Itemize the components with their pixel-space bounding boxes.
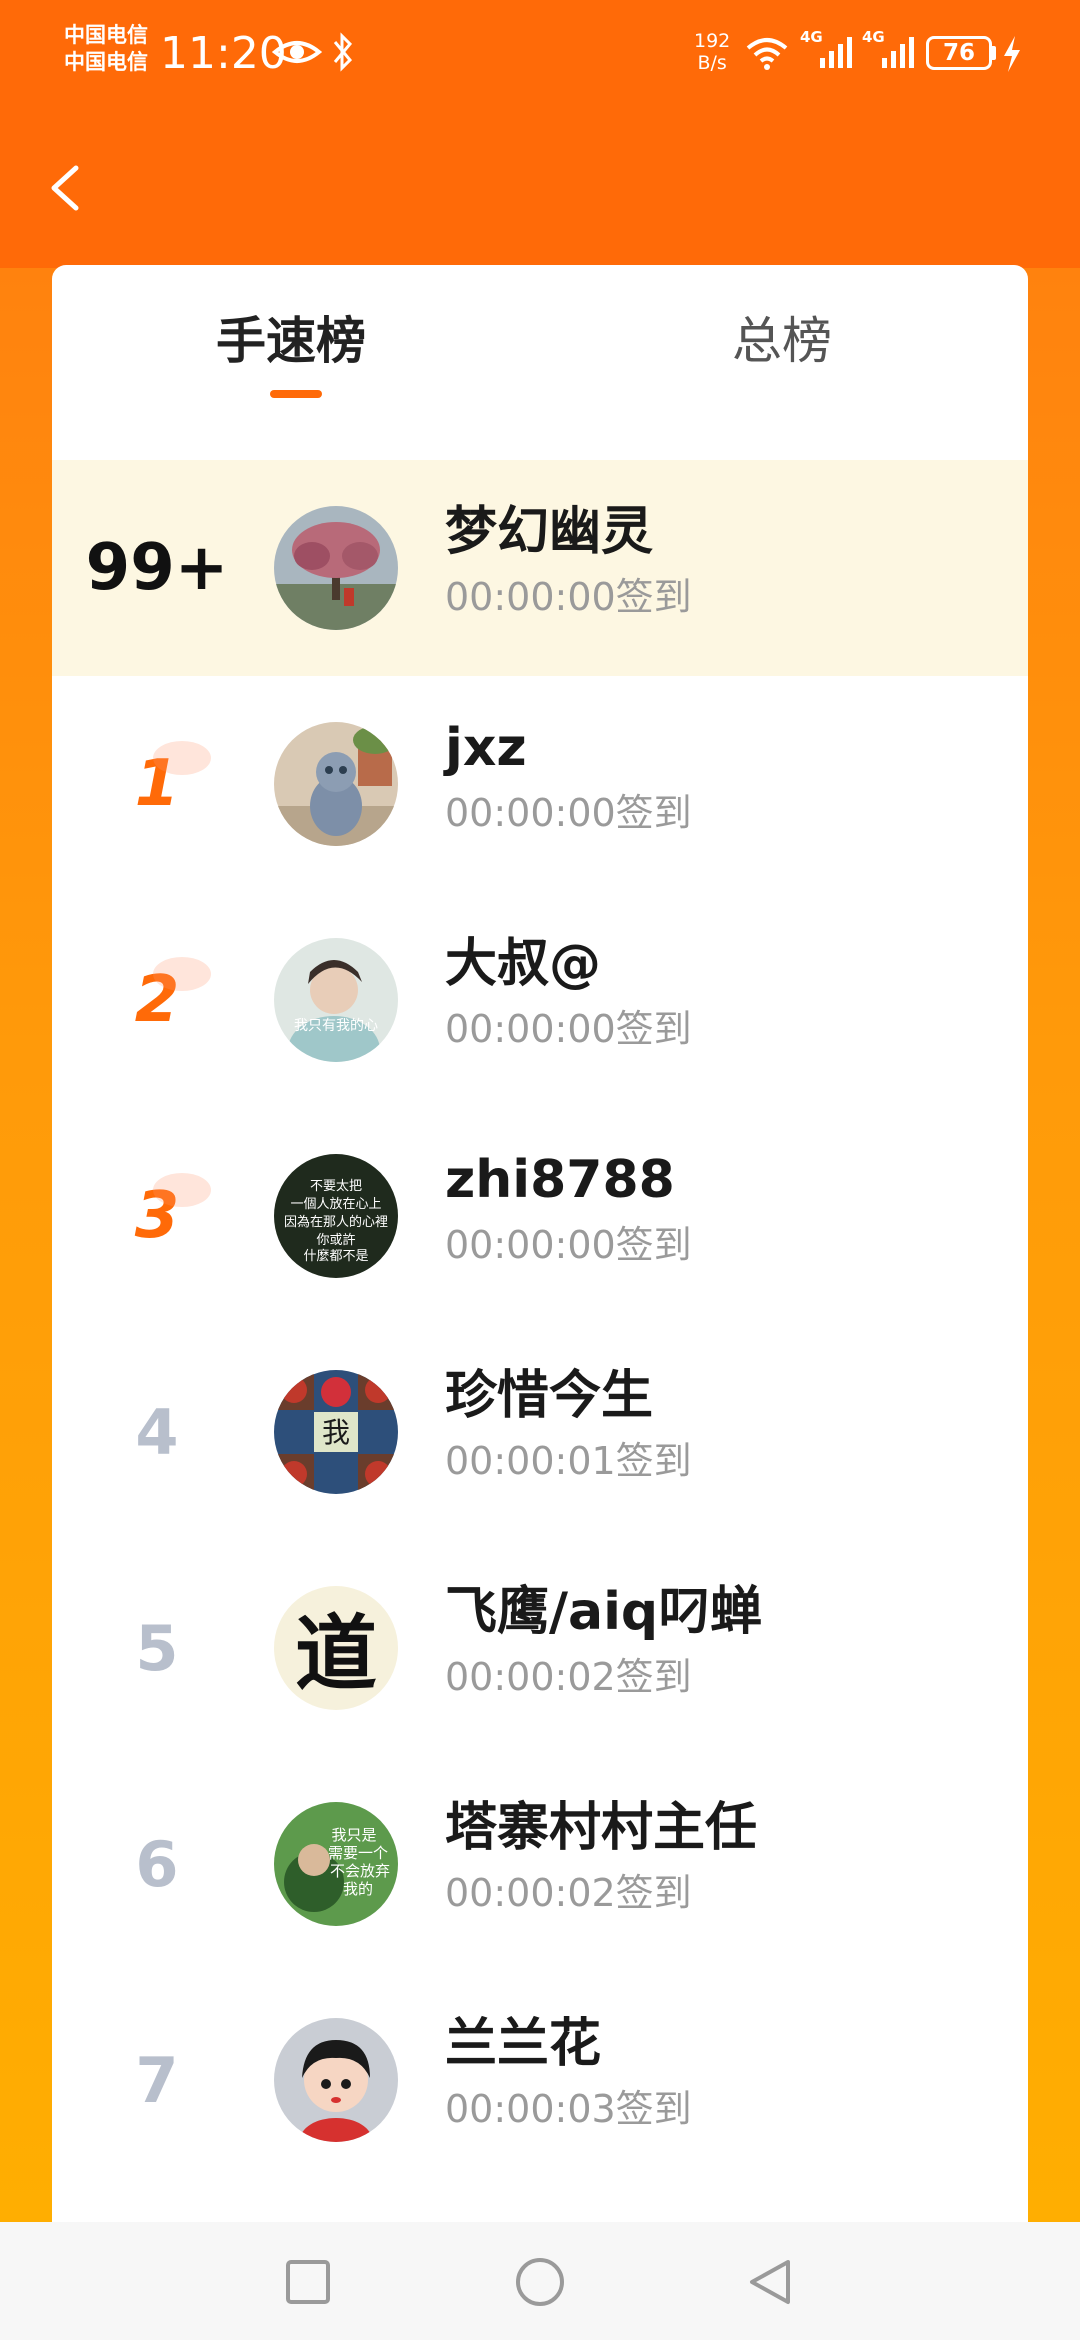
signal-icon bbox=[820, 37, 852, 68]
avatar[interactable]: 道 bbox=[274, 1586, 398, 1710]
checkin-time: 00:00:01签到 bbox=[445, 1439, 692, 1483]
avatar[interactable]: 我只有我的心 bbox=[274, 938, 398, 1062]
checkin-time: 00:00:03签到 bbox=[445, 2087, 692, 2131]
signal-1: 4G bbox=[800, 28, 858, 72]
rank-cell: 3 bbox=[52, 1108, 262, 1324]
signal-icon bbox=[882, 37, 914, 68]
battery-level: 76 bbox=[942, 40, 975, 66]
rank-number: 4 bbox=[135, 1395, 179, 1469]
ranking-row[interactable]: 5 道 飞鹰/aiq叼蝉 00:00:02签到 bbox=[52, 1540, 1028, 1756]
avatar-caption: 需要一个 bbox=[328, 1844, 388, 1862]
avatar-caption: 不会放弃 bbox=[330, 1862, 390, 1880]
rank-number: 6 bbox=[135, 1827, 179, 1901]
user-name: 梦幻幽灵 bbox=[445, 502, 654, 562]
carrier-2: 中国电信 bbox=[64, 50, 148, 74]
user-name: jxz bbox=[445, 718, 527, 778]
avatar[interactable] bbox=[274, 506, 398, 630]
rank-number: 2 bbox=[134, 957, 210, 1037]
rank-cell: 4 bbox=[52, 1324, 262, 1540]
net-speed-value: 192 bbox=[694, 30, 731, 52]
home-icon[interactable] bbox=[510, 2252, 570, 2312]
checkin-time: 00:00:02签到 bbox=[445, 1655, 692, 1699]
rank-cell: 99+ bbox=[52, 460, 262, 676]
clock: 11:20 bbox=[160, 28, 287, 79]
rank-number: 5 bbox=[135, 1611, 179, 1685]
user-name: 珍惜今生 bbox=[445, 1366, 654, 1426]
my-ranking-row[interactable]: 99+ 梦幻幽灵 00:00:00签到 bbox=[52, 460, 1028, 676]
avatar-caption: 我的 bbox=[343, 1880, 373, 1898]
ranking-row[interactable]: 6 我只是 需要一个 不会放弃 我的 塔寨村村主任 00:00:02签到 bbox=[52, 1756, 1028, 1972]
avatar[interactable]: 我只是 需要一个 不会放弃 我的 bbox=[274, 1802, 398, 1926]
tab-overall-ranking[interactable]: 总榜 bbox=[732, 305, 832, 377]
rank-cell: 5 bbox=[52, 1540, 262, 1756]
checkin-time: 00:00:00签到 bbox=[445, 575, 692, 619]
rank-cell: 2 bbox=[52, 892, 262, 1108]
rank-number: 99+ bbox=[85, 531, 229, 605]
active-tab-indicator bbox=[270, 390, 322, 398]
avatar-caption: 什麼都不是 bbox=[303, 1249, 368, 1264]
rank-number: 3 bbox=[134, 1173, 210, 1253]
battery-cap bbox=[992, 46, 996, 60]
status-bar: 中国电信 中国电信 11:20 192 B/s 4G 4G 76 bbox=[0, 0, 1080, 110]
avatar[interactable]: 不要太把 一個人放在心上 因為在那人的心裡 你或許 什麼都不是 bbox=[274, 1154, 398, 1278]
wifi-icon bbox=[746, 38, 788, 70]
recent-apps-icon[interactable] bbox=[278, 2252, 338, 2312]
ranking-row[interactable]: 3 不要太把 一個人放在心上 因為在那人的心裡 你或許 什麼都不是 zhi878… bbox=[52, 1108, 1028, 1324]
avatar-caption: 不要太把 bbox=[310, 1179, 362, 1194]
eye-icon bbox=[272, 41, 322, 63]
rank-cell: 7 bbox=[52, 1972, 262, 2188]
avatar[interactable] bbox=[274, 2018, 398, 2142]
ranking-row[interactable]: 7 兰兰花 00:00:03签到 bbox=[52, 1972, 1028, 2188]
carrier-1: 中国电信 bbox=[64, 23, 148, 47]
user-name: 塔寨村村主任 bbox=[445, 1798, 758, 1858]
user-name: 飞鹰/aiq叼蝉 bbox=[445, 1582, 763, 1642]
avatar-caption: 我 bbox=[322, 1416, 350, 1449]
checkin-time: 00:00:02签到 bbox=[445, 1871, 692, 1915]
user-name: 大叔@ bbox=[445, 934, 602, 994]
ranking-row[interactable]: 4 我 珍惜今生 00:00:01签到 bbox=[52, 1324, 1028, 1540]
avatar[interactable]: 我 bbox=[274, 1370, 398, 1494]
avatar-caption: 你或許 bbox=[316, 1233, 355, 1248]
battery-icon: 76 bbox=[926, 36, 992, 70]
rank-number: 7 bbox=[135, 2043, 179, 2117]
signal-2: 4G bbox=[862, 28, 920, 72]
ranking-list: 99+ 梦幻幽灵 00:00:00签到 1 jxz 00:00:00签到 2 我… bbox=[52, 460, 1028, 2188]
net-speed-unit: B/s bbox=[697, 52, 727, 74]
charging-icon bbox=[1004, 36, 1020, 72]
avatar[interactable] bbox=[274, 722, 398, 846]
carrier-labels: 中国电信 中国电信 bbox=[64, 22, 148, 76]
ranking-row[interactable]: 1 jxz 00:00:00签到 bbox=[52, 676, 1028, 892]
leaderboard-card: 手速榜 总榜 99+ 梦幻幽灵 00:00:00签到 1 jxz 00:00:0… bbox=[52, 265, 1028, 2265]
user-name: 兰兰花 bbox=[445, 2014, 602, 2074]
system-nav-bar bbox=[0, 2222, 1080, 2340]
chevron-left-icon[interactable] bbox=[40, 150, 96, 226]
avatar-caption: 我只是 bbox=[331, 1826, 376, 1844]
avatar-caption: 因為在那人的心裡 bbox=[284, 1214, 388, 1230]
bluetooth-icon bbox=[333, 32, 353, 72]
checkin-time: 00:00:00签到 bbox=[445, 791, 692, 835]
user-name: zhi8788 bbox=[445, 1150, 675, 1210]
checkin-time: 00:00:00签到 bbox=[445, 1007, 692, 1051]
avatar-caption: 我只有我的心 bbox=[294, 1018, 378, 1034]
ranking-row[interactable]: 2 我只有我的心 大叔@ 00:00:00签到 bbox=[52, 892, 1028, 1108]
avatar-caption: 一個人放在心上 bbox=[290, 1197, 381, 1212]
avatar-caption: 道 bbox=[295, 1606, 377, 1702]
header bbox=[0, 110, 1080, 268]
back-icon[interactable] bbox=[742, 2252, 802, 2312]
net-speed: 192 B/s bbox=[694, 30, 730, 74]
rank-cell: 6 bbox=[52, 1756, 262, 1972]
rank-cell: 1 bbox=[52, 676, 262, 892]
rank-number: 1 bbox=[134, 741, 210, 821]
tab-speed-ranking[interactable]: 手速榜 bbox=[216, 305, 366, 377]
checkin-time: 00:00:00签到 bbox=[445, 1223, 692, 1267]
